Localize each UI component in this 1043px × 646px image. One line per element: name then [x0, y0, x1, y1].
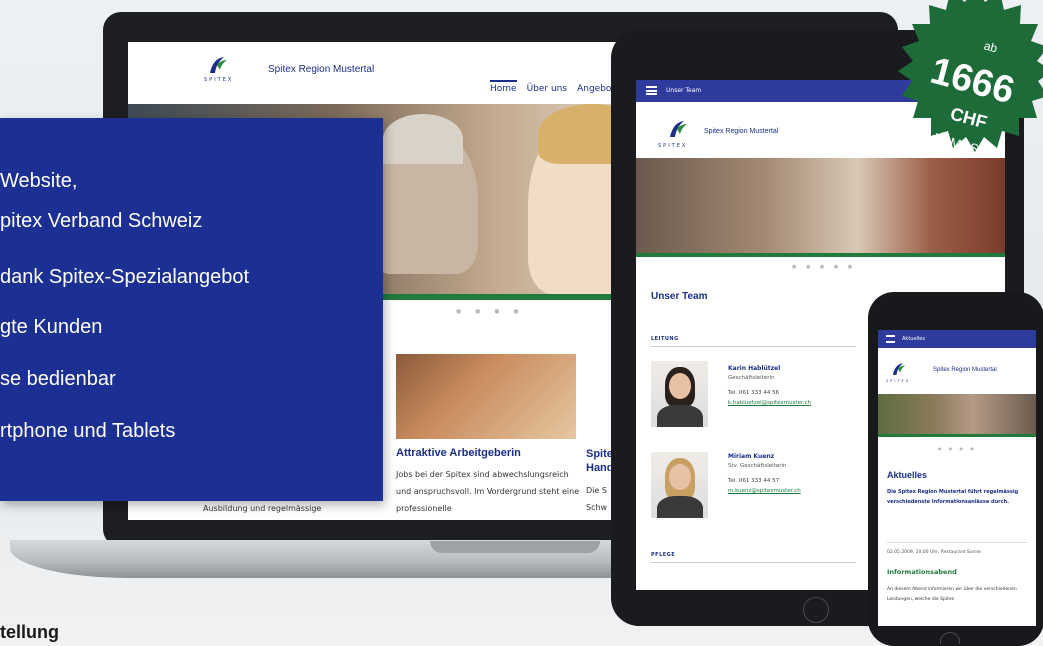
site-header: SPITEX Spitex Region Mustertal Home Über… — [128, 42, 648, 104]
site-name[interactable]: Spitex Region Mustertal — [704, 128, 778, 135]
card-title-second[interactable]: Spite Hand — [586, 447, 614, 475]
feature-line-3: dank Spitex-Spezialangebot — [0, 266, 250, 288]
feature-line-4: gte Kunden — [0, 316, 103, 338]
event-date: 02.05.2009, 20.00 Uhr, Restaurant Sonne — [887, 550, 981, 555]
site-name[interactable]: Spitex Region Mustertal — [268, 64, 374, 75]
feature-panel: Website, pitex Verband Schweiz dank Spit… — [0, 118, 383, 501]
page-title: Unser Team — [651, 291, 708, 302]
carousel-dots[interactable]: ● ● ● ● — [938, 446, 977, 451]
card2-title-line2: Hand — [586, 462, 614, 474]
card-image-arbeitgeberin — [396, 354, 576, 439]
person-name: Miriam Kuenz — [728, 453, 775, 460]
card2-text-line1: Die S — [586, 486, 607, 495]
avatar — [651, 452, 708, 518]
carousel-dots[interactable]: ● ● ● ● ● — [792, 264, 856, 270]
phone-topbar-label: Aktuelles — [902, 336, 925, 342]
spitex-logo-icon[interactable] — [666, 120, 688, 138]
spitex-logo-icon[interactable] — [890, 362, 906, 376]
phone-screen: Aktuelles SPITEX Spitex Region Mustertal… — [878, 330, 1036, 626]
divider — [651, 562, 856, 563]
card2-text-line2: Schw — [586, 503, 608, 512]
event-title[interactable]: Informationsabend — [887, 568, 957, 576]
feature-line-1: Website, — [0, 170, 78, 192]
avatar — [651, 361, 708, 427]
logo-subtitle: SPITEX — [204, 77, 234, 83]
person-name: Karin Hablützel — [728, 365, 781, 372]
person-email-link[interactable]: m.kuenz@spitexmuster.ch — [728, 488, 801, 494]
divider — [887, 542, 1027, 543]
logo-subtitle: SPITEX — [886, 379, 911, 383]
person-role: Stv. Geschäftsleiterin — [728, 463, 787, 469]
event-text: An diesem Abend informieren wir über die… — [887, 587, 1017, 602]
person-phone[interactable]: Tel. 061 333 44 56 — [728, 390, 779, 396]
spitex-logo-icon[interactable] — [206, 56, 228, 74]
person-role: Geschäftsleiterin — [728, 375, 775, 381]
nav-item-angebot[interactable]: Angebot — [577, 84, 615, 94]
feature-line-5: se bedienbar — [0, 368, 116, 390]
tablet-topbar-label: Unser Team — [666, 87, 702, 94]
carousel-dots[interactable]: ● ● ● ● — [456, 308, 525, 315]
phone-topbar: Aktuelles — [878, 330, 1036, 348]
tablet-home-button[interactable] — [803, 597, 829, 623]
page-title: Aktuelles — [887, 470, 928, 480]
person-phone[interactable]: Tel. 061 333 44 57 — [728, 478, 779, 484]
divider — [651, 346, 856, 347]
card2-title-line1: Spite — [586, 448, 613, 460]
card-text-arbeitgeberin: Jobs bei der Spitex sind abwechslungsrei… — [396, 470, 580, 513]
card-text-second: Die S Schw — [586, 482, 607, 516]
feature-line-6: rtphone und Tablets — [0, 420, 176, 442]
main-nav: Home Über uns Angebot — [490, 80, 615, 94]
feature-line-2: pitex Verband Schweiz — [0, 210, 203, 232]
menu-icon[interactable] — [646, 86, 657, 95]
card-title-arbeitgeberin[interactable]: Attraktive Arbeitgeberin — [396, 447, 521, 459]
site-name[interactable]: Spitex Region Mustertal — [933, 367, 997, 373]
logo-subtitle: SPITEX — [658, 143, 688, 149]
nav-item-home[interactable]: Home — [490, 80, 517, 94]
phone-hero-bar — [878, 434, 1036, 437]
phone-hero-image — [878, 394, 1036, 434]
section-title-pflege: PFLEGE — [651, 552, 676, 558]
section-title-leitung: LEITUNG — [651, 336, 679, 342]
person-email-link[interactable]: k.habluetzel@spitexmuster.ch — [728, 400, 811, 406]
laptop-notch — [430, 541, 600, 553]
menu-icon[interactable] — [886, 335, 895, 343]
intro-text: Die Spitex Region Mustertal führt regelm… — [887, 489, 1019, 505]
nav-item-ueber-uns[interactable]: Über uns — [527, 84, 568, 94]
bottom-caption: tellung — [0, 622, 59, 642]
ausbildung-snippet: Ausbildung und regelmässige — [203, 504, 322, 513]
tablet-hero-bar — [636, 253, 1005, 257]
